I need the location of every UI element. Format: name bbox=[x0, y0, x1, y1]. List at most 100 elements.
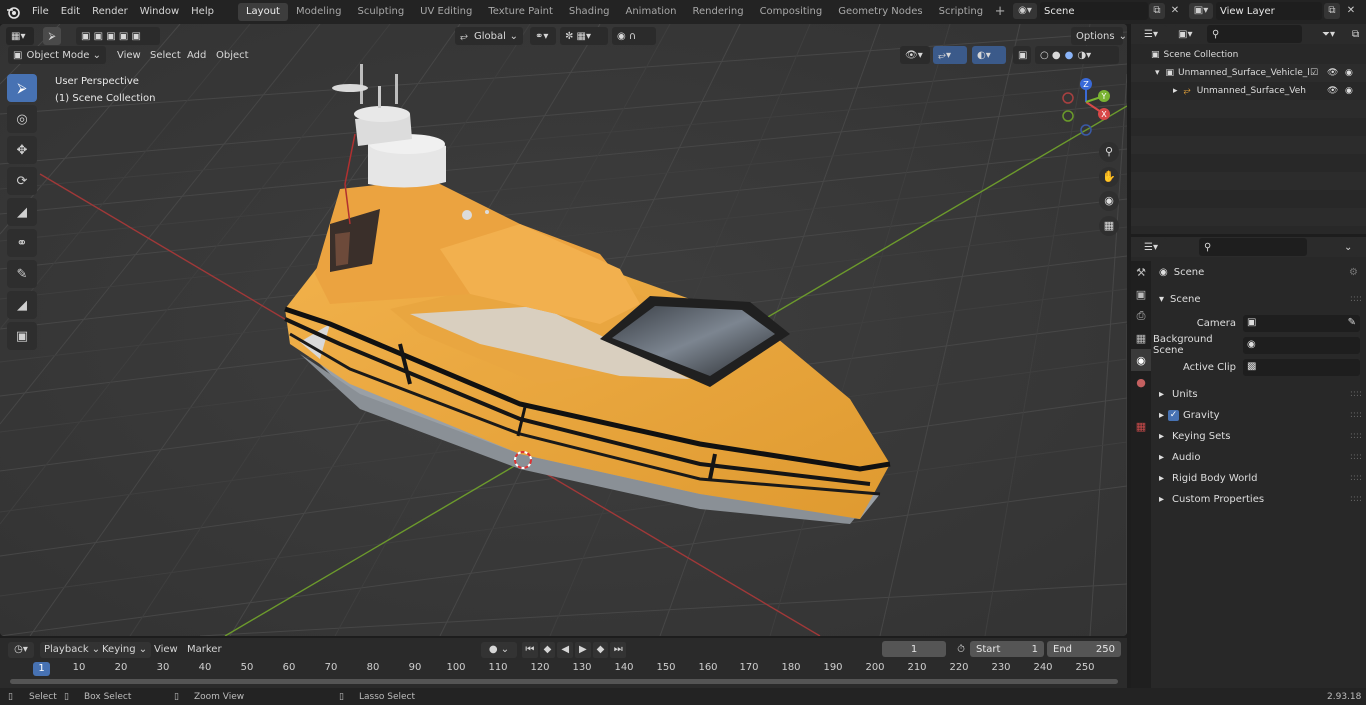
tab-sculpting[interactable]: Sculpting bbox=[349, 3, 412, 21]
tab-compositing[interactable]: Compositing bbox=[752, 3, 831, 21]
marker-menu[interactable]: Marker bbox=[187, 642, 222, 658]
drag-grip-icon[interactable]: :::: bbox=[1350, 431, 1362, 441]
view-layer-browse-icon[interactable]: ▣▾ bbox=[1189, 3, 1213, 19]
background-scene-field[interactable]: ◉ bbox=[1243, 336, 1360, 354]
active-clip-field[interactable]: ▩ bbox=[1243, 358, 1360, 376]
tab-rendering[interactable]: Rendering bbox=[684, 3, 751, 21]
jump-start-icon[interactable]: ⏮ bbox=[522, 642, 538, 658]
3d-viewport[interactable]: ▦▾ ⮚ ▣ ▣ ▣ ▣ ▣ ⥂ Global ⌄ ⚭▾ ✼ ▦▾ ◉ ∩ Op… bbox=[0, 24, 1127, 636]
timeline-view-menu[interactable]: View bbox=[154, 642, 178, 658]
current-frame-field[interactable]: 1 bbox=[882, 641, 946, 657]
output-tab-icon[interactable]: ⎙ bbox=[1131, 305, 1151, 327]
next-keyframe-icon[interactable]: ◆ bbox=[592, 642, 609, 658]
new-view-layer-icon[interactable]: ⧉ bbox=[1324, 3, 1340, 19]
drag-grip-icon[interactable]: :::: bbox=[1350, 452, 1362, 462]
cursor-icon[interactable]: ◎ bbox=[7, 105, 37, 133]
overlay-toggle-icon[interactable]: ◐▾ bbox=[972, 46, 1006, 64]
pan-hand-icon[interactable]: ✋ bbox=[1099, 167, 1119, 187]
camera-field[interactable]: ▣ ✎ bbox=[1243, 314, 1360, 332]
navigation-gizmo[interactable]: Z X Y bbox=[1058, 76, 1118, 136]
audio-panel[interactable]: ▸ Audio :::: bbox=[1153, 447, 1366, 467]
chevron-down-icon[interactable]: ⌄ bbox=[1339, 238, 1359, 256]
pin-icon[interactable]: ⚙ bbox=[1349, 267, 1358, 278]
gizmo-toggle-icon[interactable]: ⥂▾ bbox=[933, 46, 967, 64]
blender-logo-icon[interactable] bbox=[0, 0, 26, 24]
camera-icon[interactable]: ◉ bbox=[1345, 68, 1353, 78]
filter-icon[interactable]: ⏷▾ bbox=[1317, 25, 1343, 43]
jump-end-icon[interactable]: ⏭ bbox=[610, 642, 627, 658]
new-scene-icon[interactable]: ⧉ bbox=[1149, 3, 1165, 19]
world-tab-icon[interactable]: ● bbox=[1131, 371, 1151, 393]
drag-grip-icon[interactable]: :::: bbox=[1350, 410, 1362, 420]
outliner-row-collection[interactable]: ▾ ▣ Unmanned_Surface_Vehicle_l ☑ 👁 ◉ bbox=[1131, 64, 1366, 82]
texture-tab-icon[interactable]: ▦ bbox=[1131, 415, 1151, 437]
units-panel[interactable]: ▸ Units :::: bbox=[1153, 384, 1366, 404]
view-menu[interactable]: View bbox=[112, 46, 146, 64]
tab-layout[interactable]: Layout bbox=[237, 3, 288, 21]
play-reverse-icon[interactable]: ◀ bbox=[557, 642, 574, 658]
view-layer-field[interactable]: View Layer bbox=[1216, 2, 1322, 20]
delete-view-layer-icon[interactable]: ✕ bbox=[1343, 3, 1359, 19]
menu-render[interactable]: Render bbox=[86, 2, 134, 22]
timeline-editor-type-icon[interactable]: ◷▾ bbox=[8, 642, 34, 658]
add-cube-icon[interactable]: ▣ bbox=[7, 322, 37, 350]
playhead[interactable]: 1 bbox=[33, 662, 50, 676]
menu-window[interactable]: Window bbox=[134, 2, 185, 22]
measure-icon[interactable]: ◢ bbox=[7, 291, 37, 319]
select-box-icon[interactable]: ⮚ bbox=[7, 74, 37, 102]
view-layer-tab-icon[interactable]: ▦ bbox=[1131, 327, 1151, 349]
keying-menu[interactable]: Keying ⌄ bbox=[98, 642, 152, 658]
gravity-panel[interactable]: ▸ ✓ Gravity :::: bbox=[1153, 405, 1366, 425]
drag-grip-icon[interactable]: :::: bbox=[1350, 294, 1362, 304]
frame-ruler[interactable]: 10 20 30 40 50 60 70 80 90 100 110 120 1… bbox=[0, 662, 1127, 676]
record-icon[interactable]: ● ⌄ bbox=[481, 642, 517, 658]
tab-texture-paint[interactable]: Texture Paint bbox=[480, 3, 561, 21]
zoom-icon[interactable]: ⚲ bbox=[1099, 142, 1119, 162]
end-frame-field[interactable]: End 250 bbox=[1047, 641, 1121, 657]
prev-keyframe-icon[interactable]: ◆ bbox=[539, 642, 556, 658]
object-menu[interactable]: Object bbox=[211, 46, 254, 64]
eye-icon[interactable]: 👁 bbox=[1327, 68, 1338, 78]
drag-grip-icon[interactable]: :::: bbox=[1350, 473, 1362, 483]
editor-type-icon[interactable]: ▦▾ bbox=[6, 27, 34, 45]
move-icon[interactable]: ✥ bbox=[7, 136, 37, 164]
add-workspace-button[interactable]: + bbox=[991, 3, 1009, 21]
add-menu[interactable]: Add bbox=[182, 46, 211, 64]
xray-icon[interactable]: ▣ bbox=[1013, 46, 1031, 64]
outliner-row-object[interactable]: ▸ ⥂ Unmanned_Surface_Veh 👁 ◉ bbox=[1131, 82, 1366, 100]
scene-name-field[interactable]: Scene bbox=[1040, 2, 1148, 20]
visibility-icon[interactable]: 👁▾ bbox=[900, 46, 930, 64]
snap-icon[interactable]: ✼ ▦▾ bbox=[560, 27, 608, 45]
collection-tab-icon[interactable] bbox=[1131, 393, 1151, 415]
checkbox-icon[interactable]: ☑ bbox=[1310, 68, 1318, 78]
delete-scene-icon[interactable]: ✕ bbox=[1167, 3, 1183, 19]
camera-icon[interactable]: ◉ bbox=[1345, 86, 1353, 96]
rigid-body-world-panel[interactable]: ▸ Rigid Body World :::: bbox=[1153, 468, 1366, 488]
scene-panel-header[interactable]: ▾ Scene :::: bbox=[1153, 290, 1366, 308]
stopwatch-icon[interactable]: ⏱ bbox=[953, 642, 969, 658]
drag-grip-icon[interactable]: :::: bbox=[1350, 389, 1362, 399]
tab-geometry-nodes[interactable]: Geometry Nodes bbox=[830, 3, 930, 21]
tab-shading[interactable]: Shading bbox=[561, 3, 618, 21]
scene-browse-icon[interactable]: ◉▾ bbox=[1013, 3, 1037, 19]
tab-animation[interactable]: Animation bbox=[618, 3, 685, 21]
expand-arrow-icon[interactable]: ▸ bbox=[1173, 86, 1178, 96]
expand-arrow-icon[interactable]: ▾ bbox=[1155, 68, 1160, 78]
scale-icon[interactable]: ◢ bbox=[7, 198, 37, 226]
select-tool-icon[interactable]: ⮚ bbox=[43, 27, 61, 45]
menu-edit[interactable]: Edit bbox=[55, 2, 86, 22]
proportional-edit-icon[interactable]: ◉ ∩ bbox=[612, 27, 656, 45]
outliner-row-scene-collection[interactable]: ▣ Scene Collection bbox=[1131, 46, 1366, 64]
eye-icon[interactable]: 👁 bbox=[1327, 86, 1338, 96]
tab-scripting[interactable]: Scripting bbox=[931, 3, 991, 21]
annotate-icon[interactable]: ✎ bbox=[7, 260, 37, 288]
tool-tab-icon[interactable]: ⚒ bbox=[1131, 261, 1151, 283]
camera-view-icon[interactable]: ◉ bbox=[1099, 191, 1119, 211]
timeline-scrollbar[interactable] bbox=[10, 679, 1118, 684]
outliner-search-input[interactable]: ⚲ bbox=[1207, 25, 1302, 43]
drag-grip-icon[interactable]: :::: bbox=[1350, 494, 1362, 504]
start-frame-field[interactable]: Start 1 bbox=[970, 641, 1044, 657]
rotate-icon[interactable]: ⟳ bbox=[7, 167, 37, 195]
menu-file[interactable]: File bbox=[26, 2, 55, 22]
options-dropdown[interactable]: Options ⌄ bbox=[1071, 27, 1127, 45]
